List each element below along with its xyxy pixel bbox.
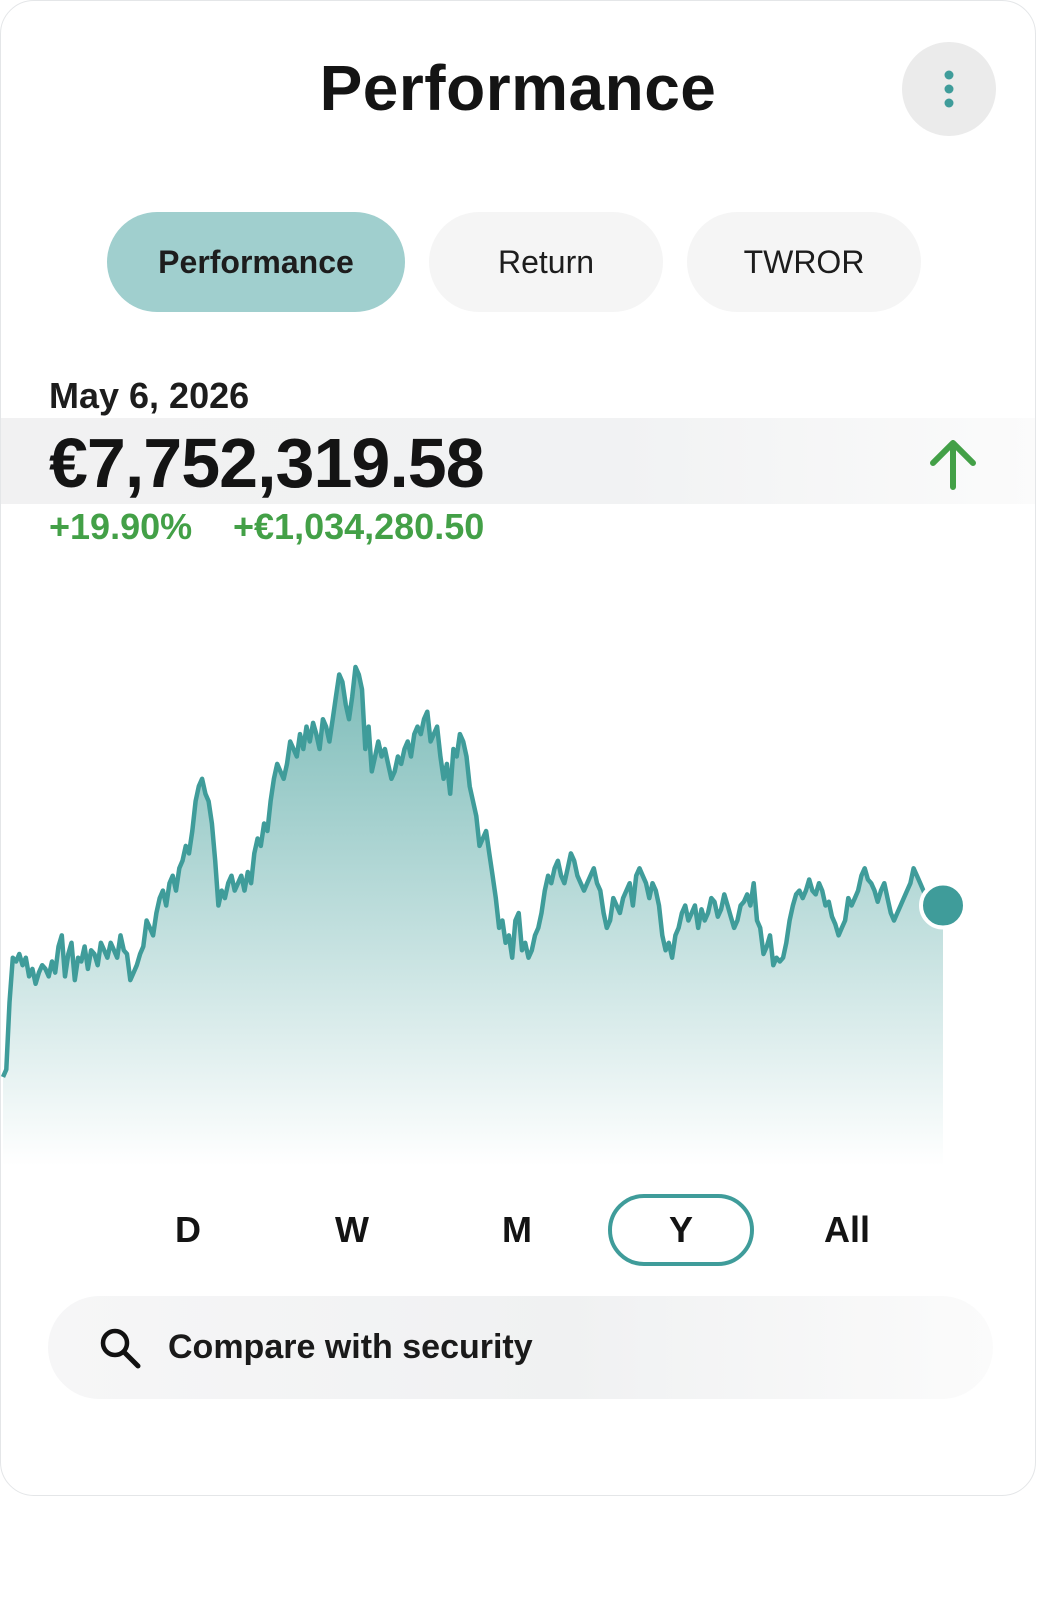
- chart-area-fill: [3, 667, 943, 1166]
- portfolio-value: €7,752,319.58: [49, 424, 485, 502]
- more-options-button[interactable]: [902, 42, 996, 136]
- chart-last-point: [919, 881, 967, 930]
- view-tabs: Performance Return TWROR: [1, 212, 1035, 312]
- range-month[interactable]: M: [444, 1194, 590, 1266]
- tab-return[interactable]: Return: [429, 212, 663, 312]
- range-week[interactable]: W: [279, 1194, 425, 1266]
- tab-performance[interactable]: Performance: [107, 212, 405, 312]
- range-year[interactable]: Y: [608, 1194, 754, 1266]
- compare-label: Compare with security: [168, 1328, 533, 1366]
- range-all[interactable]: All: [774, 1194, 920, 1266]
- more-vertical-icon: [944, 70, 954, 108]
- arrow-up-icon: [930, 440, 976, 490]
- performance-chart[interactable]: [1, 601, 1036, 1181]
- search-icon: [100, 1328, 141, 1369]
- tab-twror[interactable]: TWROR: [687, 212, 921, 312]
- page-title: Performance: [319, 52, 717, 124]
- change-amount: +€1,034,280.50: [233, 506, 485, 547]
- compare-with-security-button[interactable]: Compare with security: [48, 1296, 993, 1399]
- change-percent: +19.90%: [49, 506, 193, 547]
- range-day[interactable]: D: [115, 1194, 261, 1266]
- selected-date: May 6, 2026: [49, 375, 250, 416]
- time-range-selector: D W M Y All: [1, 1194, 1035, 1266]
- performance-card: Performance Performance Return TWROR May…: [0, 0, 1036, 1496]
